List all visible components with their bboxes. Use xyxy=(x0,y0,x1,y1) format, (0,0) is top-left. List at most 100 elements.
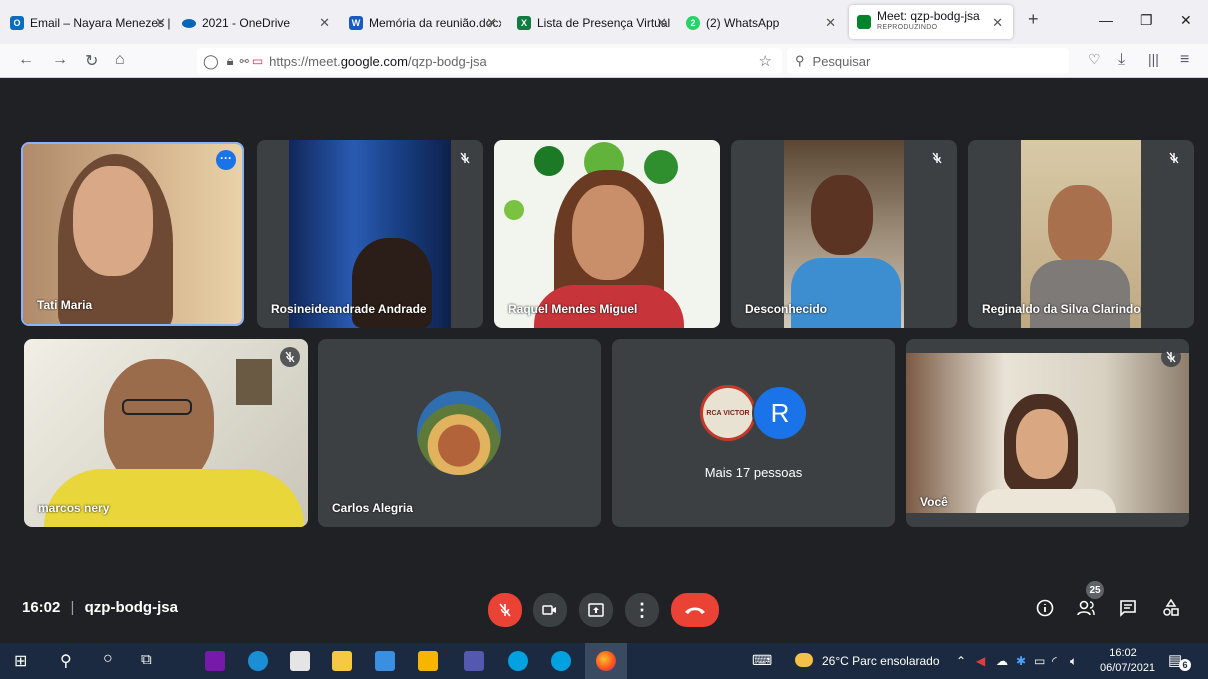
participant-tile-tati[interactable]: ··· Tati Maria xyxy=(21,142,244,326)
clock-date: 06/07/2021 xyxy=(1100,662,1156,674)
tab-playing-label: REPRODUZINDO xyxy=(877,24,938,31)
edge-icon[interactable] xyxy=(248,651,268,671)
more-options-button[interactable]: ⋮ xyxy=(625,593,659,627)
close-tab-icon[interactable]: ✕ xyxy=(825,15,836,31)
participant-name: Desconhecido xyxy=(745,302,828,316)
skype-icon[interactable] xyxy=(508,651,528,671)
file-explorer-icon[interactable] xyxy=(332,651,352,671)
library-icon[interactable]: ||| xyxy=(1148,51,1159,67)
person-face xyxy=(73,166,153,276)
person-shirt xyxy=(976,489,1116,513)
battery-icon[interactable]: ▭ xyxy=(1034,654,1045,668)
present-screen-button[interactable] xyxy=(579,593,613,627)
windows-start-icon[interactable]: ⊞ xyxy=(14,651,27,671)
search-icon[interactable]: ⚲ xyxy=(60,651,72,671)
minimize-button[interactable]: — xyxy=(1099,12,1113,28)
restore-button[interactable]: ❐ xyxy=(1140,12,1153,29)
mail-icon[interactable] xyxy=(375,651,395,671)
participant-tile-desconhecido[interactable]: Desconhecido xyxy=(731,140,957,328)
weather-icon[interactable] xyxy=(795,653,813,667)
onedrive-tray-icon[interactable]: ☁ xyxy=(996,654,1008,668)
tab-label: Lista de Presença Virtual | xyxy=(537,16,671,30)
new-tab-button[interactable]: + xyxy=(1028,9,1039,30)
reload-icon[interactable]: ↻ xyxy=(85,51,98,71)
bg-dot xyxy=(504,200,524,220)
chat-button[interactable] xyxy=(1115,595,1141,621)
forward-icon[interactable]: → xyxy=(52,51,68,69)
participant-tile-carlos[interactable]: Carlos Alegria xyxy=(318,339,601,527)
wall-speaker xyxy=(236,359,272,405)
hangup-icon xyxy=(685,607,705,614)
tab-email[interactable]: O Email – Nayara Menezes | ✕ xyxy=(10,8,170,38)
action-center-icon[interactable]: ▤ 6 xyxy=(1168,651,1192,673)
url-text[interactable]: https://meet.google.com/qzp-bodg-jsa xyxy=(269,54,487,69)
home-icon[interactable]: ⌂ xyxy=(115,51,125,69)
teams-icon[interactable] xyxy=(464,651,484,671)
toggle-camera-button[interactable] xyxy=(533,593,567,627)
weather-text[interactable]: 26°C Parc ensolarado xyxy=(822,654,940,668)
shield-icon[interactable]: ◯ xyxy=(203,53,219,70)
menu-icon[interactable]: ≡ xyxy=(1180,51,1189,69)
task-view-icon[interactable]: ⧉ xyxy=(141,651,152,668)
meeting-details-button[interactable] xyxy=(1032,595,1058,621)
close-tab-icon[interactable]: ✕ xyxy=(155,15,166,31)
back-icon[interactable]: ← xyxy=(18,51,34,69)
tab-meet[interactable]: Meet: qzp-bodg-jsa REPRODUZINDO ✕ xyxy=(849,5,1013,39)
more-options-icon[interactable]: ··· xyxy=(216,150,236,170)
search-box[interactable]: ⚲ Pesquisar xyxy=(787,48,1069,74)
activities-button[interactable] xyxy=(1158,595,1184,621)
skype-business-icon[interactable] xyxy=(551,651,571,671)
participant-name: Você xyxy=(920,495,948,509)
participant-tile-self[interactable]: Você xyxy=(906,339,1189,527)
tab-word-doc[interactable]: W Memória da reunião.docx ✕ xyxy=(349,8,501,38)
tab-whatsapp[interactable]: 2 (2) WhatsApp ✕ xyxy=(686,8,840,38)
toggle-mic-button[interactable] xyxy=(488,593,522,627)
cortana-icon[interactable]: ○ xyxy=(103,650,113,668)
participant-tile-reginaldo[interactable]: Reginaldo da Silva Clarindo xyxy=(968,140,1194,328)
bookmark-star-icon[interactable]: ☆ xyxy=(759,52,772,70)
close-tab-icon[interactable]: ✕ xyxy=(486,15,497,31)
tab-onedrive[interactable]: 2021 - OneDrive ✕ xyxy=(182,8,334,38)
clock-time: 16:02 xyxy=(1109,647,1137,659)
tab-label-group: Meet: qzp-bodg-jsa REPRODUZINDO xyxy=(877,10,980,33)
participants-button[interactable]: 25 xyxy=(1072,581,1104,621)
volume-icon[interactable]: 🔈︎ xyxy=(1070,654,1077,669)
wifi-icon[interactable]: ◜ xyxy=(1052,654,1057,668)
mic-off-icon xyxy=(1164,148,1184,168)
bluetooth-icon[interactable]: ✱ xyxy=(1016,654,1026,668)
participant-avatar-letter: R xyxy=(752,385,808,441)
download-icon[interactable]: ⤓ xyxy=(1118,51,1125,69)
participant-avatar-logo: RCA VICTOR xyxy=(700,385,756,441)
meeting-separator: | xyxy=(70,599,75,616)
close-tab-icon[interactable]: ✕ xyxy=(656,15,667,31)
onenote-icon[interactable] xyxy=(205,651,225,671)
close-window-button[interactable]: ✕ xyxy=(1180,12,1192,29)
more-participants-tile[interactable]: RCA VICTOR R Mais 17 pessoas xyxy=(612,339,895,527)
participant-count-badge: 25 xyxy=(1086,581,1104,599)
close-tab-icon[interactable]: ✕ xyxy=(992,15,1003,31)
participant-tile-rosineide[interactable]: Rosineideandrade Andrade xyxy=(257,140,483,328)
meet-stage: ··· Tati Maria Rosineideandrade Andrade … xyxy=(0,79,1208,643)
camera-sharing-icon[interactable]: ▭ xyxy=(252,54,263,68)
notification-arrow-icon[interactable]: ◀ xyxy=(976,654,985,668)
participant-tile-raquel[interactable]: Raquel Mendes Miguel xyxy=(494,140,720,328)
system-clock[interactable]: 16:02 06/07/2021 xyxy=(1100,646,1156,676)
meeting-time: 16:02 xyxy=(22,599,61,616)
tab-excel[interactable]: X Lista de Presença Virtual | ✕ xyxy=(517,8,671,38)
close-tab-icon[interactable]: ✕ xyxy=(319,15,330,31)
permissions-icon[interactable]: ⚯ xyxy=(240,55,249,68)
url-bar[interactable]: ◯ 🔒︎ ⚯ ▭ https://meet.google.com/qzp-bod… xyxy=(197,48,782,74)
meeting-info: 16:02 | qzp-bodg-jsa xyxy=(22,599,178,616)
person-face xyxy=(1048,185,1112,265)
info-icon xyxy=(1036,599,1054,617)
sticky-notes-icon[interactable] xyxy=(418,651,438,671)
store-icon[interactable] xyxy=(290,651,310,671)
keyboard-icon[interactable]: ⌨︎ xyxy=(752,652,772,669)
participant-tile-marcos[interactable]: marcos nery xyxy=(24,339,308,527)
lock-icon[interactable]: 🔒︎ xyxy=(227,53,234,69)
pocket-icon[interactable]: ♡ xyxy=(1088,51,1101,68)
firefox-taskbar-item[interactable] xyxy=(585,643,627,679)
leave-call-button[interactable] xyxy=(671,593,719,627)
show-hidden-icons[interactable]: ⌃ xyxy=(956,654,966,668)
url-prefix: https://meet. xyxy=(269,53,341,69)
